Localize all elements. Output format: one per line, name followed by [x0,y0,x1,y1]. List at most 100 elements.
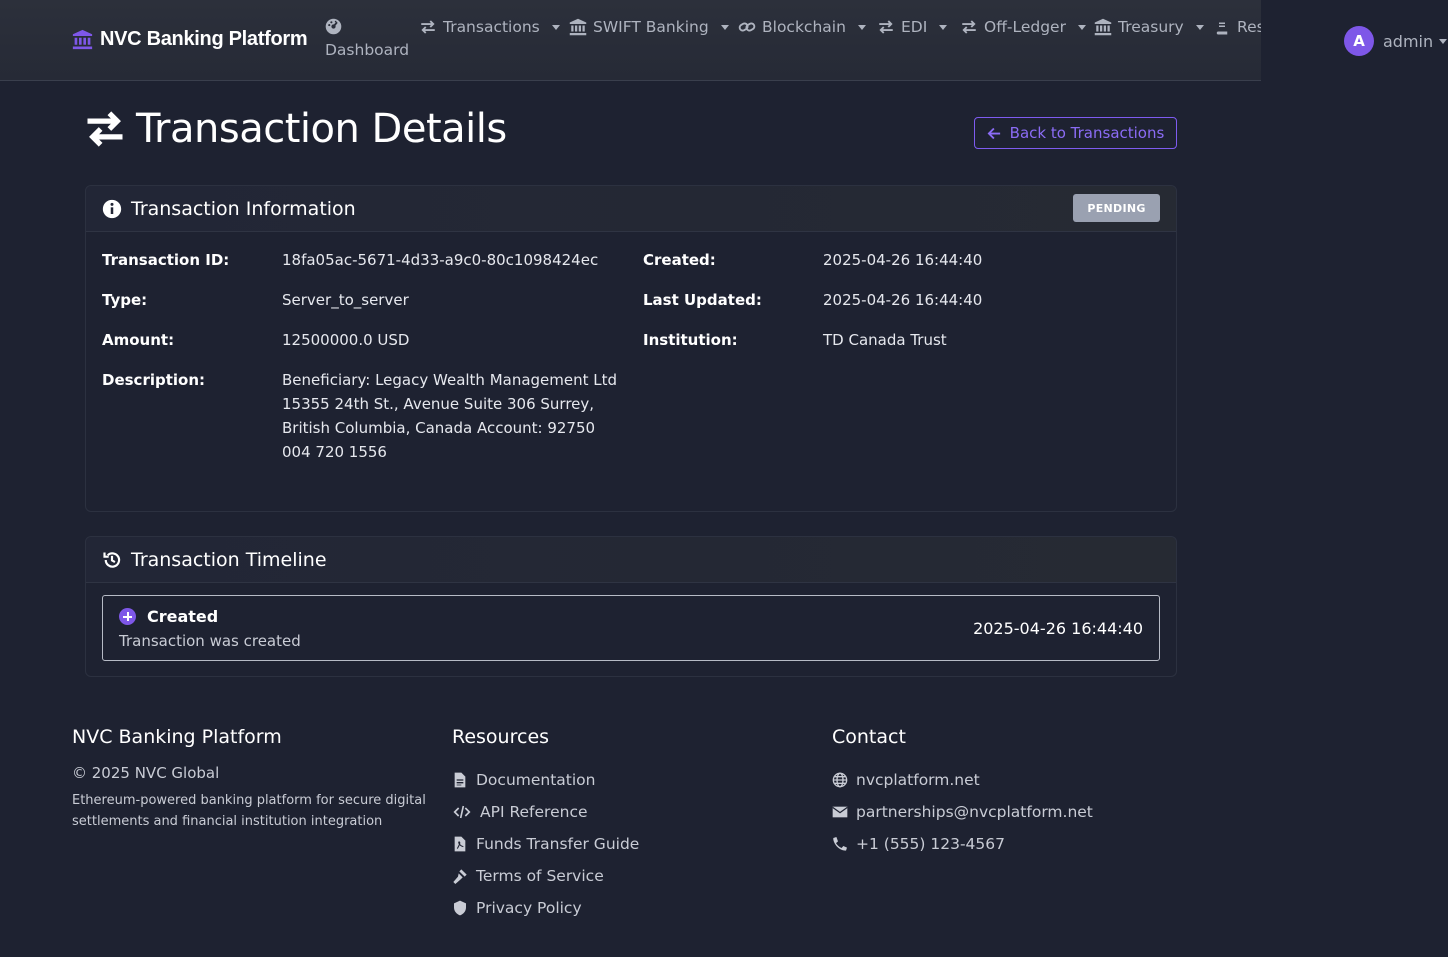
nav-off-ledger-label: Off-Ledger [984,18,1066,36]
footer-heading: Resources [452,726,550,748]
type-label: Type: [102,291,148,309]
footer-tagline: Ethereum-powered banking platform for se… [72,793,426,829]
transaction-timeline-card: Transaction Timeline Created Transaction… [85,536,1177,677]
card-title: Transaction Timeline [131,548,327,571]
chevron-down-icon [939,24,948,30]
status-badge: PENDING [1073,194,1160,222]
card-header: Transaction Information PENDING [86,186,1176,232]
plus-circle-icon [119,608,136,625]
bank-icon [569,18,587,36]
footer-link-documentation[interactable]: Documentation [452,764,639,796]
timeline-event-title: Created [147,607,219,626]
institution-label: Institution: [643,331,738,349]
exchange-icon [962,20,976,34]
bank-icon [1094,18,1112,36]
created-label: Created: [643,251,716,269]
institution-value: TD Canada Trust [823,331,947,349]
chevron-down-icon [551,24,560,30]
gauge-icon [325,18,342,35]
back-button-label: Back to Transactions [1009,124,1165,142]
exchange-icon [421,20,435,34]
timeline-item-title: Created [119,607,218,626]
footer-resources: Resources Documentation API Reference Fu… [452,726,639,924]
footer-heading: NVC Banking Platform [72,726,282,748]
user-menu[interactable]: A admin [1344,26,1448,56]
code-icon [453,805,471,819]
created-value: 2025-04-26 16:44:40 [823,251,983,269]
footer-heading: Contact [832,726,906,748]
transaction-id-value: 18fa05ac-5671-4d33-a9c0-80c1098424ec [282,251,599,269]
card-header: Transaction Timeline [86,537,1176,583]
footer-link-email[interactable]: partnerships@nvcplatform.net [832,796,1093,828]
nav-edi[interactable]: EDI [877,18,948,36]
link-icon [738,22,756,32]
brand[interactable]: NVC Banking Platform [72,28,308,51]
footer-link-label: Privacy Policy [476,899,582,917]
footer-link-label: API Reference [480,803,588,821]
file-icon [454,772,466,788]
footer-link-label: Funds Transfer Guide [476,835,640,853]
nav-blockchain-label: Blockchain [762,18,846,36]
transaction-info-card: Transaction Information PENDING Transact… [85,185,1177,512]
exchange-icon [87,111,123,147]
bank-icon [72,29,93,50]
last-updated-label: Last Updated: [643,291,762,309]
brand-name: NVC Banking Platform [100,28,308,50]
timeline-event-subtitle: Transaction was created [119,632,301,650]
footer-link-terms-of-service[interactable]: Terms of Service [452,860,639,892]
chevron-down-icon [1077,24,1086,30]
user-name: admin [1383,31,1434,51]
timeline-item: Created Transaction was created 2025-04-… [102,595,1160,661]
transaction-id-label: Transaction ID: [102,251,230,269]
top-navbar: NVC Banking Platform Dashboard Transacti… [0,0,1337,81]
footer-link-phone[interactable]: +1 (555) 123-4567 [832,828,1093,860]
globe-icon [832,772,848,788]
info-icon [102,199,122,218]
amount-label: Amount: [102,331,175,349]
footer-copyright: © 2025 NVC Global [72,764,220,782]
shield-icon [454,900,466,916]
nav-blockchain[interactable]: Blockchain [738,18,866,36]
footer-link-privacy-policy[interactable]: Privacy Policy [452,892,639,924]
envelope-icon [832,806,848,818]
footer-about: NVC Banking Platform © 2025 NVC Global E… [72,726,432,832]
nav-dashboard[interactable]: Dashboard [325,18,409,59]
type-value: Server_to_server [282,291,409,309]
gavel-icon [453,869,467,884]
footer-link-api-reference[interactable]: API Reference [452,796,639,828]
book-icon [1216,19,1228,35]
nav-swift-banking[interactable]: SWIFT Banking [569,18,729,36]
chevron-down-icon [1195,24,1204,30]
back-to-transactions-button[interactable]: Back to Transactions [974,117,1177,149]
nav-transactions[interactable]: Transactions [419,18,560,36]
timeline-event-time: 2025-04-26 16:44:40 [973,619,1143,638]
nav-treasury[interactable]: Treasury [1094,18,1204,36]
nav-swift-label: SWIFT Banking [593,18,709,36]
avatar: A [1344,26,1374,56]
exchange-icon [879,20,893,34]
last-updated-value: 2025-04-26 16:44:40 [823,291,983,309]
phone-icon [833,837,847,851]
footer-link-funds-transfer-guide[interactable]: Funds Transfer Guide [452,828,639,860]
file-pdf-icon [454,836,466,852]
nav-off-ledger[interactable]: Off-Ledger [960,18,1086,36]
chevron-down-icon [1439,38,1448,44]
nav-dashboard-label: Dashboard [325,41,410,59]
nav-treasury-label: Treasury [1118,18,1184,36]
description-value: Beneficiary: Legacy Wealth Management Lt… [282,371,618,461]
card-title: Transaction Information [131,197,356,220]
footer-link-website[interactable]: nvcplatform.net [832,764,1093,796]
page-title-text: Transaction Details [136,106,507,152]
chevron-down-icon [720,24,729,30]
footer-link-label: Documentation [476,771,596,789]
footer-link-label: +1 (555) 123-4567 [856,835,1006,853]
nav-transactions-label: Transactions [443,18,540,36]
footer-link-label: nvcplatform.net [856,771,980,789]
history-icon [103,551,121,568]
footer-link-label: Terms of Service [476,867,604,885]
nav-edi-label: EDI [901,18,928,36]
chevron-down-icon [857,24,866,30]
page-title: Transaction Details [84,106,507,152]
description-label: Description: [102,371,206,389]
arrow-left-icon [987,127,1000,139]
